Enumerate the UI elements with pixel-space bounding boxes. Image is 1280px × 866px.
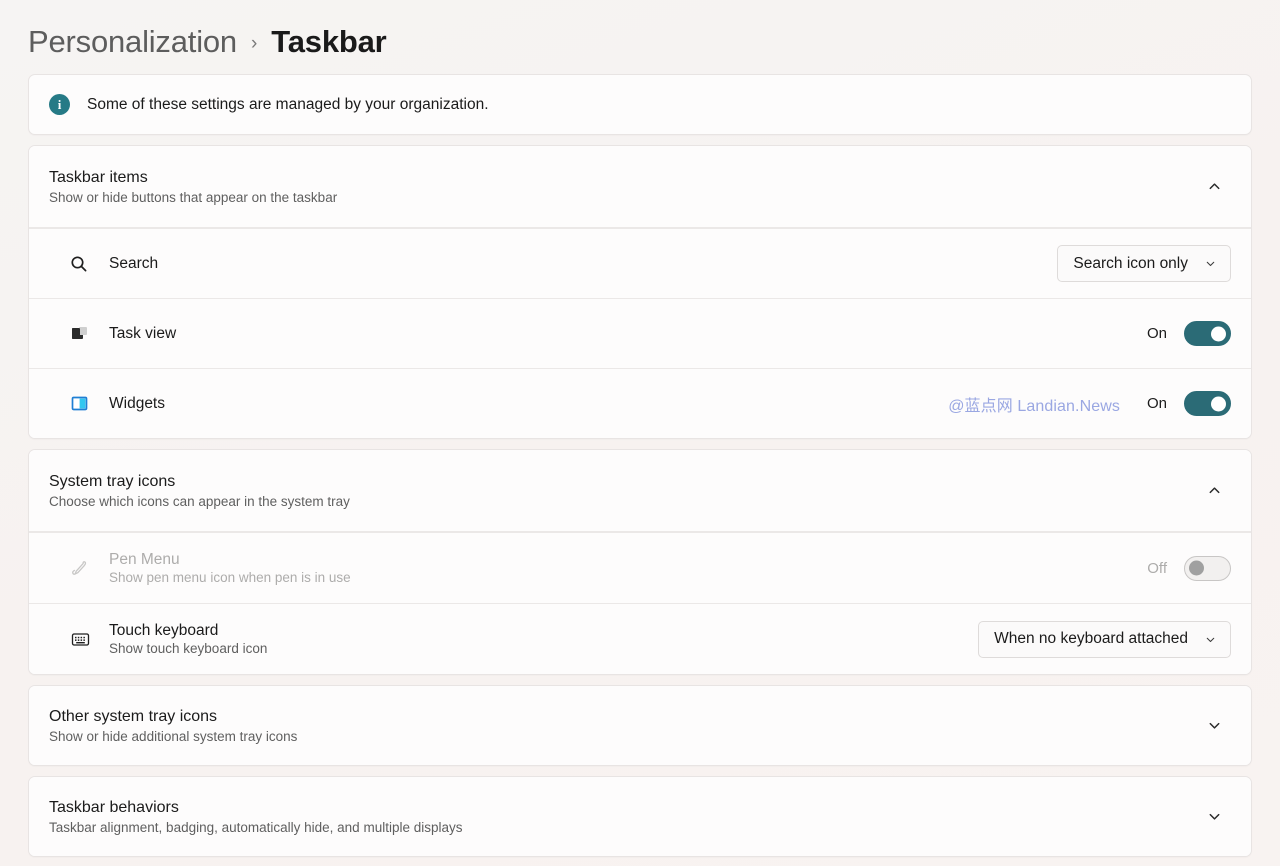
chevron-up-icon[interactable] <box>1197 170 1231 204</box>
section-title: System tray icons <box>49 472 176 490</box>
setting-label: Touch keyboard <box>109 622 219 639</box>
chevron-down-icon <box>1204 257 1217 270</box>
setting-label: Pen Menu <box>109 551 180 568</box>
section-other-system-tray-icons: Other system tray icons Show or hide add… <box>28 685 1252 766</box>
pen-icon <box>69 558 105 579</box>
section-subtitle: Show or hide buttons that appear on the … <box>49 189 338 205</box>
chevron-down-icon[interactable] <box>1197 800 1231 834</box>
section-header-other-system-tray-icons[interactable]: Other system tray icons Show or hide add… <box>29 686 1251 765</box>
setting-sublabel: Show touch keyboard icon <box>109 641 268 656</box>
widgets-icon <box>69 393 105 414</box>
breadcrumb-separator-icon: › <box>250 33 258 54</box>
search-mode-dropdown[interactable]: Search icon only <box>1057 245 1231 282</box>
breadcrumb-parent-link[interactable]: Personalization <box>28 24 237 60</box>
section-header-taskbar-behaviors[interactable]: Taskbar behaviors Taskbar alignment, bad… <box>29 777 1251 856</box>
touch-keyboard-value: When no keyboard attached <box>994 630 1188 647</box>
banner-text: Some of these settings are managed by yo… <box>87 95 489 113</box>
section-title: Other system tray icons <box>49 707 218 725</box>
setting-label: Search <box>109 254 159 272</box>
setting-row-task-view[interactable]: Task view On <box>29 298 1251 368</box>
setting-row-touch-keyboard[interactable]: Touch keyboard Show touch keyboard icon … <box>29 603 1251 674</box>
toggle-knob <box>1211 396 1226 411</box>
setting-row-pen-menu: Pen Menu Show pen menu icon when pen is … <box>29 532 1251 603</box>
managed-settings-banner: i Some of these settings are managed by … <box>28 74 1252 135</box>
task-view-toggle[interactable] <box>1184 321 1231 346</box>
keyboard-icon <box>69 628 105 651</box>
touch-keyboard-dropdown[interactable]: When no keyboard attached <box>978 620 1231 658</box>
chevron-down-icon[interactable] <box>1197 709 1231 743</box>
chevron-down-icon <box>1204 633 1217 646</box>
toggle-state-label: On <box>1146 395 1167 412</box>
setting-sublabel: Show pen menu icon when pen is in use <box>109 570 351 585</box>
section-subtitle: Choose which icons can appear in the sys… <box>49 493 350 509</box>
search-icon <box>69 254 105 274</box>
settings-page: Personalization › Taskbar i Some of thes… <box>0 0 1280 866</box>
page-title: Taskbar <box>271 24 387 59</box>
toggle-knob <box>1211 326 1226 341</box>
section-title: Taskbar items <box>49 168 148 186</box>
setting-label: Widgets <box>109 394 165 412</box>
widgets-toggle[interactable] <box>1184 391 1231 416</box>
toggle-state-label: Off <box>1147 559 1167 577</box>
section-subtitle: Taskbar alignment, badging, automaticall… <box>49 819 463 835</box>
section-taskbar-behaviors: Taskbar behaviors Taskbar alignment, bad… <box>28 776 1252 857</box>
watermark-text: @蓝点网 Landian.News <box>948 397 1120 415</box>
chevron-up-icon[interactable] <box>1197 474 1231 508</box>
section-taskbar-items: Taskbar items Show or hide buttons that … <box>28 145 1252 439</box>
toggle-knob <box>1189 560 1204 576</box>
section-subtitle: Show or hide additional system tray icon… <box>49 728 298 744</box>
section-system-tray-icons: System tray icons Choose which icons can… <box>28 449 1252 675</box>
section-header-system-tray-icons[interactable]: System tray icons Choose which icons can… <box>29 450 1251 532</box>
pen-menu-toggle[interactable] <box>1184 555 1231 581</box>
section-title: Taskbar behaviors <box>49 798 179 816</box>
breadcrumb: Personalization › Taskbar <box>28 0 1252 72</box>
info-icon: i <box>49 94 70 115</box>
section-header-taskbar-items[interactable]: Taskbar items Show or hide buttons that … <box>29 146 1251 228</box>
task-view-icon <box>69 323 105 344</box>
setting-row-search[interactable]: Search Search icon only <box>29 228 1251 298</box>
toggle-state-label: On <box>1146 325 1167 342</box>
search-mode-value: Search icon only <box>1073 254 1188 272</box>
setting-label: Task view <box>109 324 177 342</box>
setting-row-widgets[interactable]: Widgets @蓝点网 Landian.News On <box>29 368 1251 438</box>
